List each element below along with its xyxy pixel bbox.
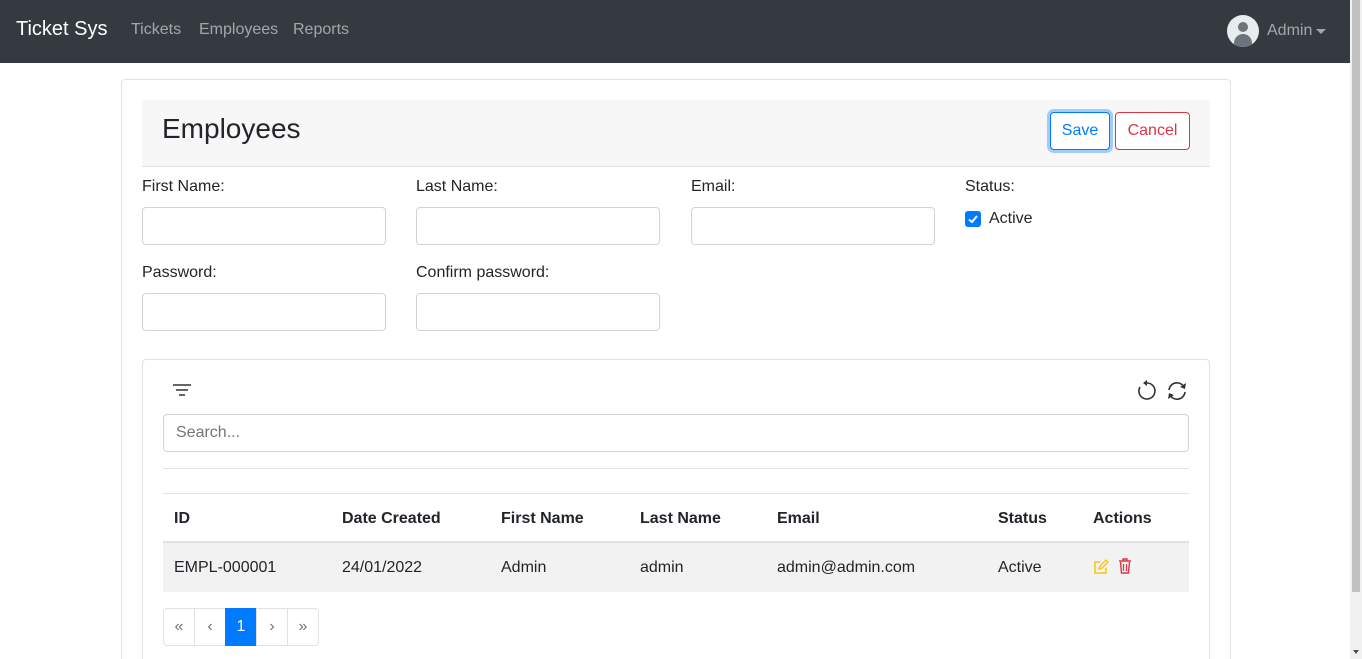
sort-icon[interactable] [172,383,192,397]
page-next-button[interactable]: › [256,608,288,646]
nav-link-employees[interactable]: Employees [199,21,278,39]
email-label: Email: [691,178,736,195]
save-button[interactable]: Save [1050,112,1110,150]
active-checkbox-label[interactable]: Active [989,210,1033,228]
email-input[interactable] [691,207,935,245]
navbar: Ticket Sys Tickets Employees Reports Adm… [0,0,1350,63]
column-header-id[interactable]: ID [174,510,190,528]
column-header-status[interactable]: Status [998,510,1047,528]
last-name-input[interactable] [416,207,660,245]
column-header-last-name[interactable]: Last Name [640,510,721,528]
user-menu[interactable]: Admin [1227,15,1327,47]
column-header-email[interactable]: Email [777,510,820,528]
confirm-password-input[interactable] [416,293,660,331]
avatar [1227,15,1259,47]
page-scrollbar[interactable] [1350,0,1362,659]
page-title: Employees [162,113,301,144]
cancel-button[interactable]: Cancel [1115,112,1190,150]
page-first-button[interactable]: « [163,608,195,646]
caret-down-icon [1316,28,1327,34]
column-header-date-created[interactable]: Date Created [342,510,441,528]
scrollbar-thumb[interactable] [1352,0,1360,592]
cell-status: Active [998,559,1042,576]
scroll-down-icon[interactable] [1353,650,1359,654]
cell-id: EMPL-000001 [174,559,277,576]
status-label: Status: [965,178,1015,195]
table-header: ID Date Created First Name Last Name Ema… [163,493,1189,543]
edit-icon[interactable] [1093,559,1109,575]
column-header-first-name[interactable]: First Name [501,510,584,528]
search-input[interactable] [163,414,1189,452]
nav-link-reports[interactable]: Reports [293,21,349,39]
cell-last-name: admin [640,559,684,576]
brand[interactable]: Ticket Sys [16,18,108,41]
column-header-actions: Actions [1093,510,1152,527]
refresh-icon[interactable] [1166,380,1188,402]
password-input[interactable] [142,293,386,331]
first-name-input[interactable] [142,207,386,245]
cell-email: admin@admin.com [777,559,916,576]
table-row[interactable]: EMPL-000001 24/01/2022 Admin admin admin… [163,543,1189,592]
page-1-button[interactable]: 1 [225,608,257,646]
pagination: « ‹ 1 › » [163,608,319,646]
card-header: Employees Save Cancel [142,100,1210,167]
page-last-button[interactable]: » [287,608,319,646]
first-name-label: First Name: [142,178,225,195]
cell-date-created: 24/01/2022 [342,559,423,576]
last-name-label: Last Name: [416,178,498,195]
active-checkbox[interactable] [965,211,981,227]
divider [163,468,1189,469]
confirm-password-label: Confirm password: [416,264,550,281]
cell-first-name: Admin [501,559,547,576]
nav-link-tickets[interactable]: Tickets [131,21,181,39]
page-prev-button[interactable]: ‹ [194,608,226,646]
trash-icon[interactable] [1118,558,1132,574]
user-name: Admin [1267,22,1313,39]
reset-icon[interactable] [1136,380,1158,402]
password-label: Password: [142,264,217,281]
